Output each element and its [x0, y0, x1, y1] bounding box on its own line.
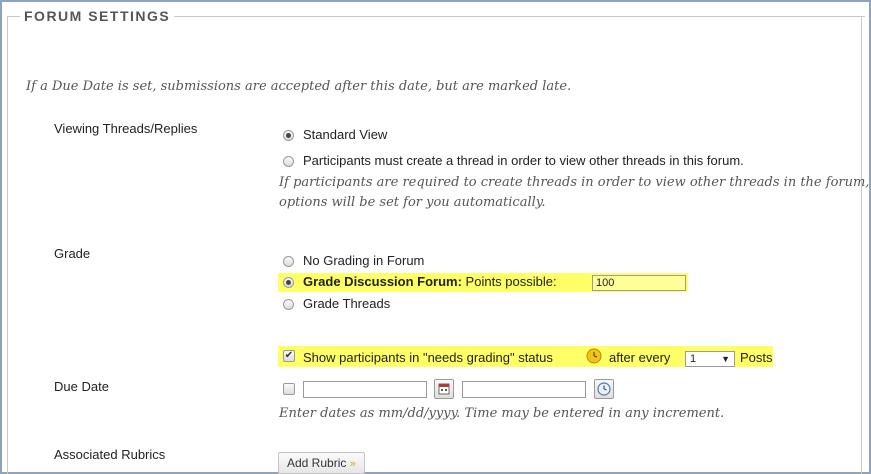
- points-possible-label: Points possible:: [465, 274, 557, 289]
- no-grading-label: No Grading in Forum: [303, 253, 425, 268]
- due-date-help: Enter dates as mm/dd/yyyy. Time may be e…: [279, 406, 725, 421]
- participants-must-create-label: Participants must create a thread in ord…: [303, 153, 744, 168]
- posts-label: Posts: [740, 350, 773, 365]
- grade-threads-label: Grade Threads: [303, 296, 391, 311]
- standard-view-radio[interactable]: [283, 130, 294, 141]
- grade-threads-radio[interactable]: [283, 299, 294, 310]
- needs-grading-checkbox[interactable]: ✔: [283, 350, 295, 362]
- points-possible-input[interactable]: 100: [592, 275, 686, 291]
- due-date-label: Due Date: [54, 379, 109, 394]
- associated-rubrics-label: Associated Rubrics: [54, 447, 166, 462]
- viewing-threads-label: Viewing Threads/Replies: [54, 121, 198, 136]
- clock-icon: [597, 382, 611, 396]
- due-date-input[interactable]: [303, 381, 427, 398]
- clock-status-icon: [586, 348, 602, 364]
- dropdown-arrow-icon: ▼: [721, 354, 730, 364]
- add-rubric-button[interactable]: Add Rubric »: [278, 452, 365, 474]
- time-picker-button[interactable]: [594, 379, 614, 399]
- add-rubric-label: Add Rubric: [287, 456, 347, 470]
- due-date-checkbox[interactable]: [283, 383, 295, 395]
- due-date-intro-note: If a Due Date is set, submissions are ac…: [26, 79, 572, 94]
- standard-view-label: Standard View: [303, 127, 388, 142]
- grade-forum-bold-label: Grade Discussion Forum:: [303, 274, 462, 289]
- window-frame: [0, 0, 871, 474]
- after-every-label: after every: [609, 350, 671, 365]
- calendar-button[interactable]: [434, 379, 454, 399]
- viewing-note-line2: options will be set for you automaticall…: [279, 195, 546, 210]
- no-grading-radio[interactable]: [283, 256, 294, 267]
- grade-forum-radio[interactable]: [283, 277, 294, 288]
- calendar-icon: [438, 383, 450, 395]
- fieldset-left-border: [7, 16, 8, 474]
- section-legend: FORUM SETTINGS: [20, 8, 175, 24]
- needs-grading-label: Show participants in "needs grading" sta…: [303, 350, 553, 365]
- grade-forum-label: Grade Discussion Forum: Points possible:: [303, 274, 557, 289]
- posts-count-select[interactable]: 1 ▼: [685, 351, 735, 367]
- due-time-input[interactable]: [462, 381, 586, 398]
- posts-count-value: 1: [690, 353, 697, 365]
- grade-label: Grade: [54, 246, 91, 261]
- participants-must-create-radio[interactable]: [283, 156, 294, 167]
- viewing-note-line1: If participants are required to create t…: [279, 175, 870, 190]
- fieldset-right-border: [861, 16, 862, 474]
- double-chevron-down-icon: »: [349, 458, 356, 470]
